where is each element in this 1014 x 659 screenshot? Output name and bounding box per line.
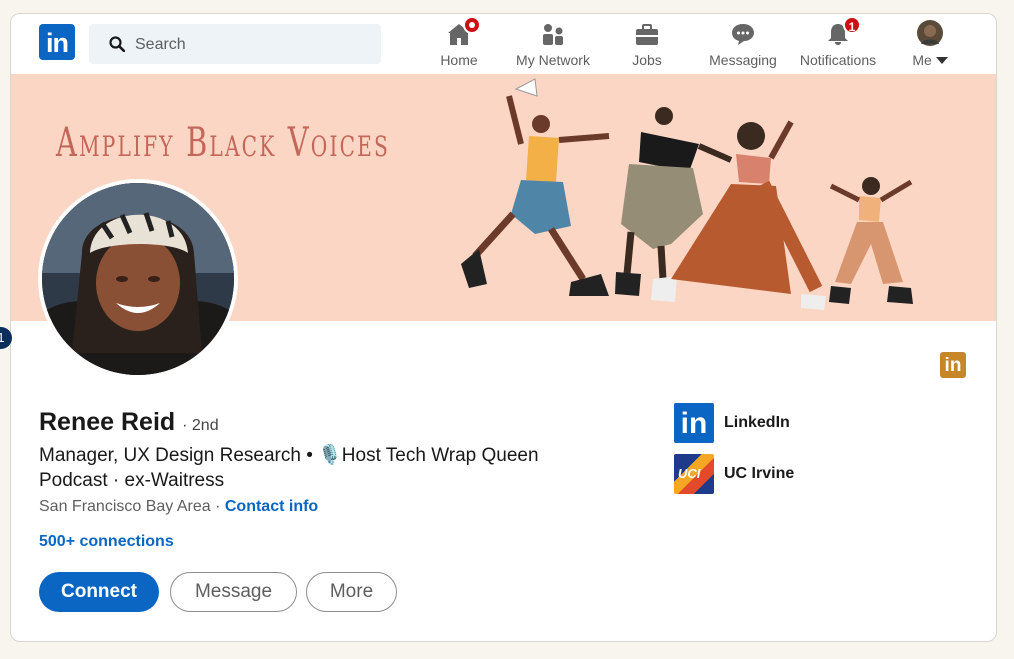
search-input[interactable] (133, 24, 377, 66)
top-nav: in Home (11, 14, 996, 74)
nav-me[interactable]: Me (909, 20, 951, 72)
nav-messaging-label: Messaging (709, 52, 777, 68)
profile-location-line: San Francisco Bay Area · Contact info (39, 498, 318, 516)
search-box[interactable] (89, 24, 381, 66)
nav-jobs-label: Jobs (632, 52, 662, 68)
linkedin-badge-icon: in (940, 352, 966, 378)
nav-me-label: Me (909, 52, 951, 68)
nav-jobs[interactable]: Jobs (627, 20, 667, 72)
profile-photo-image (42, 183, 234, 375)
search-icon (109, 36, 125, 52)
banner-title: Amplify Black Voices (56, 120, 391, 166)
profile-location: San Francisco Bay Area · (39, 498, 221, 515)
profile-name: Renee Reid · 2nd (39, 408, 219, 437)
nav-my-network[interactable]: My Network (511, 20, 595, 72)
org-name-linkedin: LinkedIn (724, 414, 790, 431)
profile-card: in Home (10, 13, 997, 642)
nav-home-label: Home (440, 52, 478, 68)
org-linkedin[interactable]: in LinkedIn (674, 403, 790, 443)
profile-name-text: Renee Reid (39, 408, 176, 436)
home-notification-dot (463, 16, 481, 34)
notification-badge: 1 (843, 16, 861, 34)
nav-messaging[interactable]: Messaging (705, 20, 781, 72)
uci-logo-text: UCI (678, 466, 701, 481)
linkedin-logo[interactable]: in (39, 24, 75, 60)
more-button[interactable]: More (306, 572, 397, 612)
avatar (917, 20, 943, 46)
banner-illustration (461, 78, 913, 310)
nav-notifications[interactable]: 1 Notifications (793, 16, 883, 72)
network-icon (543, 24, 563, 45)
connections-link[interactable]: 500+ connections (39, 533, 174, 551)
message-button[interactable]: Message (170, 572, 297, 612)
contact-info-link[interactable]: Contact info (225, 498, 318, 515)
profile-headline: Manager, UX Design Research • 🎙️Host Tec… (39, 445, 539, 491)
nav-notifications-label: Notifications (799, 52, 877, 68)
org-uc-irvine[interactable]: UCI UC Irvine (674, 454, 794, 494)
profile-photo[interactable] (38, 179, 238, 379)
caret-down-icon (935, 57, 948, 65)
nav-home[interactable]: Home (437, 16, 481, 72)
connect-button[interactable]: Connect (39, 572, 159, 612)
connection-degree: · 2nd (182, 417, 219, 434)
nav-my-network-label: My Network (516, 52, 590, 68)
org-name-uc-irvine: UC Irvine (724, 465, 795, 482)
briefcase-icon (636, 24, 658, 45)
uci-logo: UCI (674, 454, 714, 494)
message-icon (732, 24, 754, 45)
linkedin-company-logo: in (674, 403, 714, 443)
